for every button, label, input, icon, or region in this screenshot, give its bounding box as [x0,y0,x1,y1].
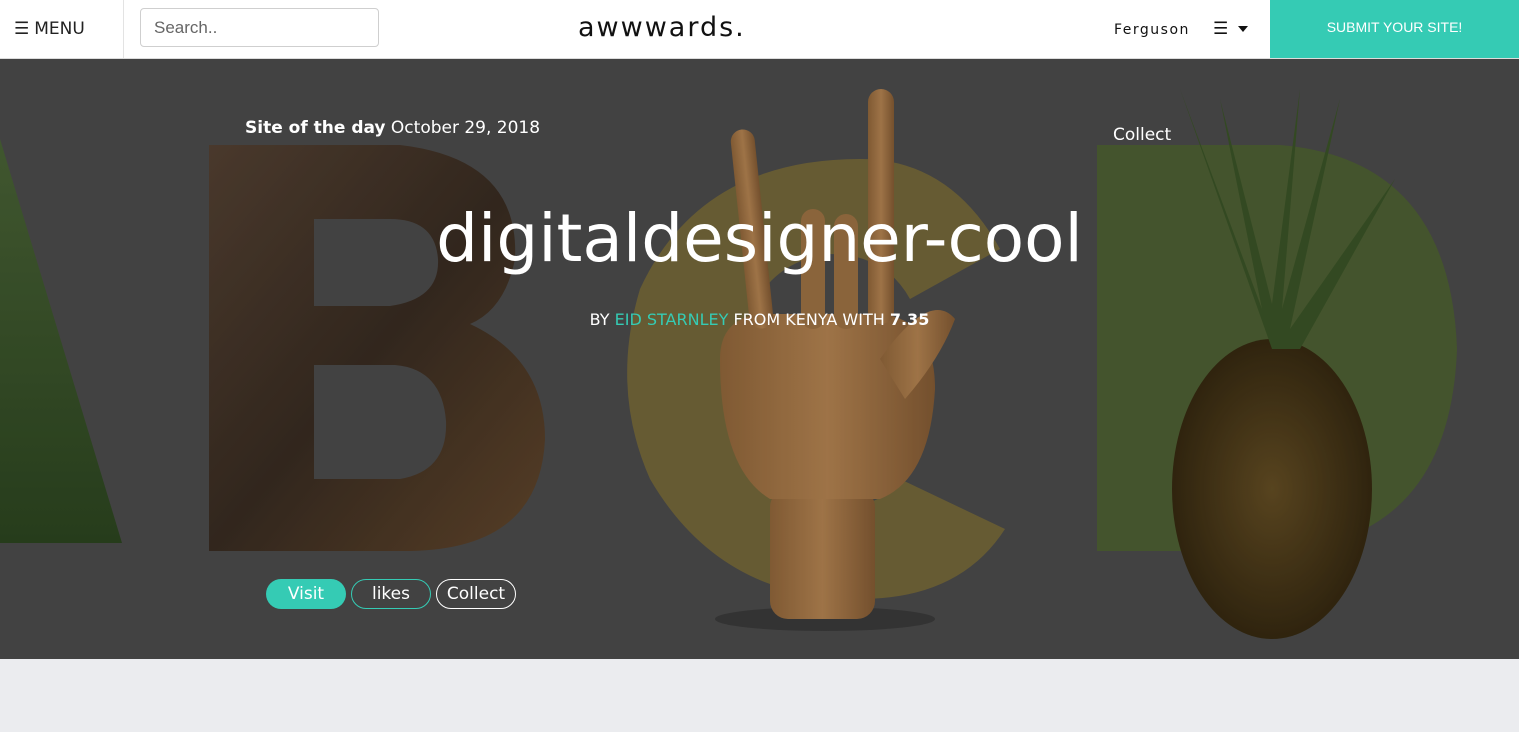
top-navbar: ☰ MENU awwwards. Ferguson ☰ SUBMIT YOUR … [0,0,1519,59]
by-label: BY [589,310,610,329]
hamburger-icon: ☰ [14,19,30,39]
username[interactable]: Ferguson [1114,22,1190,38]
site-title: digitaldesigner-cool [436,200,1083,277]
hero-artwork [0,59,1519,659]
user-menu-toggle[interactable]: ☰ [1213,19,1249,39]
collect-link-top[interactable]: Collect [1113,125,1171,145]
date-label: Site of the day [245,118,386,138]
from-label: FROM KENYA WITH [733,310,885,329]
submit-site-button[interactable]: SUBMIT YOUR SITE! [1270,0,1519,58]
menu-label: MENU [34,19,85,39]
site-byline: BY EID STARNLEY FROM KENYA WITH 7.35 [0,310,1519,329]
score-value: 7.35 [889,310,930,329]
collect-button[interactable]: Collect [436,579,516,609]
hamburger-icon: ☰ [1213,19,1229,39]
site-of-the-day-date: Site of the day October 29, 2018 [245,118,540,138]
awwwards-logo[interactable]: awwwards. [578,12,746,43]
menu-button[interactable]: ☰ MENU [0,0,124,58]
hero-banner: Site of the day October 29, 2018 Collect… [0,59,1519,659]
caret-down-icon [1238,26,1249,32]
author-link[interactable]: EID STARNLEY [615,310,729,329]
date-value: October 29, 2018 [390,118,541,138]
search-input[interactable] [140,8,379,47]
visit-button[interactable]: Visit [266,579,346,609]
likes-button[interactable]: likes [351,579,431,609]
